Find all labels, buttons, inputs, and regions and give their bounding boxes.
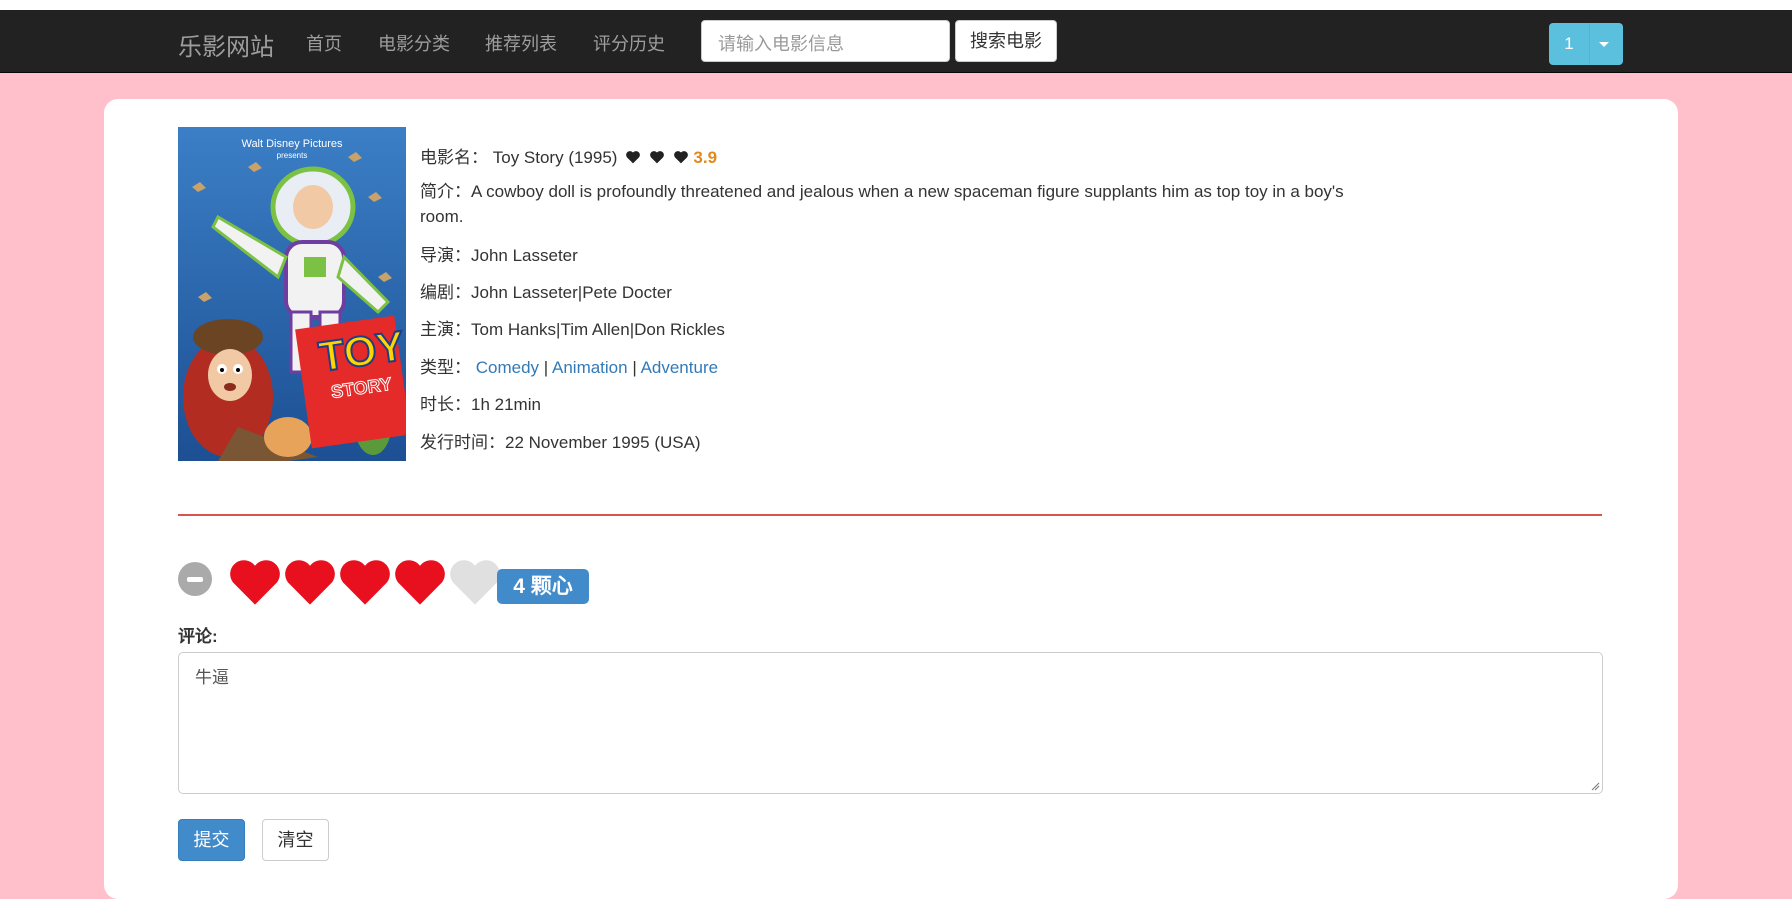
caret-down-icon[interactable] [1599, 42, 1609, 47]
writer-label: 编剧： [420, 283, 471, 302]
movie-director-row: 导演：John Lasseter [420, 241, 578, 266]
minus-icon [187, 577, 203, 582]
movie-name-row: 电影名： Toy Story (1995) 3.9 [420, 143, 717, 168]
movie-genre-row: 类型： Comedy | Animation | Adventure [420, 353, 718, 378]
nav-home[interactable]: 首页 [306, 30, 342, 56]
movie-name-label: 电影名： [420, 148, 488, 167]
resize-grip-icon[interactable] [1591, 782, 1600, 791]
search-input[interactable]: 请输入电影信息 [701, 20, 950, 62]
movie-detail-card: TOY STORY Walt Disney Pictures presents … [104, 99, 1678, 899]
heart-icon [626, 151, 641, 164]
comment-text: 牛逼 [195, 668, 229, 687]
movie-cast-row: 主演：Tom Hanks|Tim Allen|Don Rickles [420, 315, 725, 340]
search-button[interactable]: 搜索电影 [955, 20, 1057, 62]
site-brand[interactable]: 乐影网站 [178, 27, 274, 62]
summary-label: 简介： [420, 182, 471, 201]
rating-heart-icon[interactable] [283, 556, 337, 606]
movie-cast: Tom Hanks|Tim Allen|Don Rickles [471, 320, 725, 339]
movie-director: John Lasseter [471, 246, 578, 265]
user-dropdown-button[interactable]: 1 [1549, 23, 1623, 65]
movie-duration: 1h 21min [471, 395, 541, 414]
rating-heart-icon[interactable] [448, 556, 502, 606]
movie-name: Toy Story (1995) [492, 148, 618, 167]
cast-label: 主演： [420, 320, 471, 339]
movie-writer: John Lasseter|Pete Docter [471, 283, 672, 302]
section-divider [178, 514, 1602, 516]
comment-label: 评论: [178, 627, 218, 646]
rating-heart-icon[interactable] [228, 556, 282, 606]
movie-release-row: 发行时间：22 November 1995 (USA) [420, 428, 701, 453]
user-label: 1 [1564, 34, 1574, 53]
split-divider [1589, 23, 1590, 65]
movie-release: 22 November 1995 (USA) [505, 433, 701, 452]
poster-studio: Walt Disney Pictures [241, 138, 343, 150]
comment-textarea[interactable]: 牛逼 [178, 652, 1603, 794]
genre-separator: | [632, 358, 637, 377]
genre-label: 类型： [420, 358, 471, 377]
release-label: 发行时间： [420, 433, 505, 452]
nav-rating-history[interactable]: 评分历史 [593, 30, 665, 56]
poster-presents: presents [277, 151, 308, 160]
movie-summary: A cowboy doll is profoundly threatened a… [420, 182, 1344, 226]
top-navbar: 乐影网站 首页 电影分类 推荐列表 评分历史 请输入电影信息 搜索电影 1 [0, 10, 1792, 73]
rating-heart-icon[interactable] [393, 556, 447, 606]
genre-separator: | [543, 358, 549, 377]
movie-summary-row: 简介：A cowboy doll is profoundly threatene… [420, 179, 1380, 229]
genre-link-comedy[interactable]: Comedy [476, 358, 539, 377]
genre-link-adventure[interactable]: Adventure [641, 358, 719, 377]
submit-button[interactable]: 提交 [178, 819, 245, 861]
average-score: 3.9 [693, 148, 718, 167]
window-top-strip [0, 0, 1792, 10]
nav-categories[interactable]: 电影分类 [378, 30, 450, 56]
heart-icon [673, 151, 688, 164]
genre-link-animation[interactable]: Animation [552, 358, 628, 377]
clear-button[interactable]: 清空 [262, 819, 329, 861]
director-label: 导演： [420, 246, 471, 265]
movie-poster: TOY STORY Walt Disney Pictures presents [178, 127, 406, 461]
rating-heart-icon[interactable] [338, 556, 392, 606]
rating-badge: 4 颗心 [497, 569, 589, 604]
clear-rating-button[interactable] [178, 562, 212, 596]
heart-icon [650, 151, 664, 164]
duration-label: 时长： [420, 395, 471, 414]
movie-duration-row: 时长：1h 21min [420, 390, 541, 415]
movie-writer-row: 编剧：John Lasseter|Pete Docter [420, 278, 672, 303]
nav-recommendations[interactable]: 推荐列表 [485, 30, 557, 56]
